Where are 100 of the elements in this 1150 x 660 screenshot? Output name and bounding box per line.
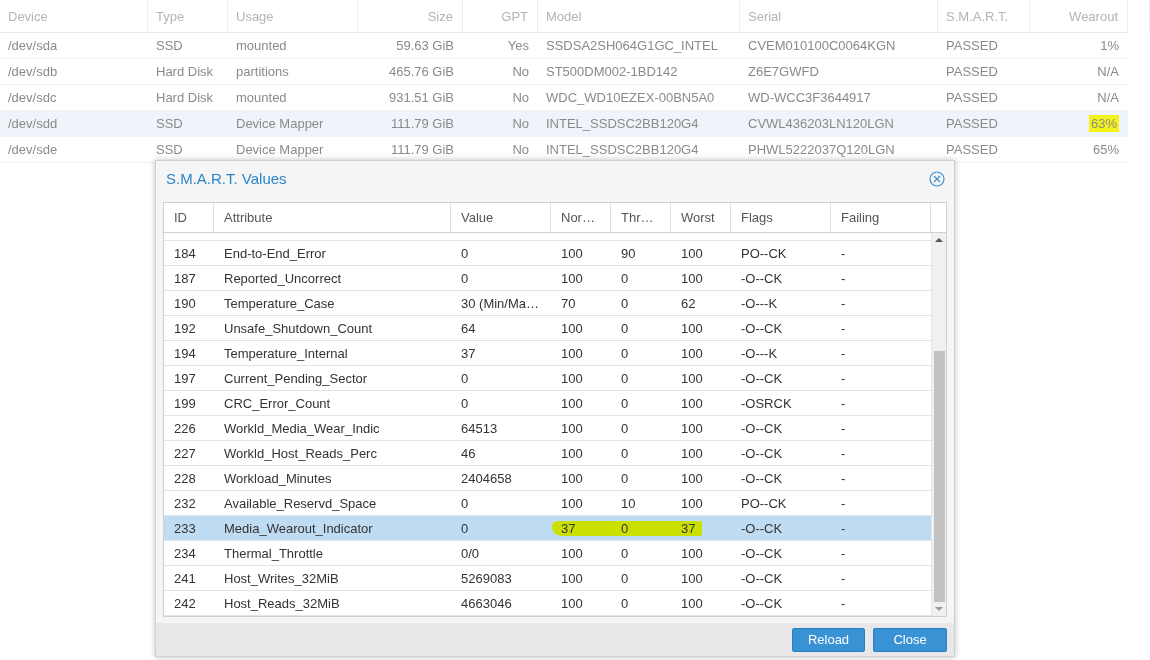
table-cell: 111.79 GiB [390, 142, 454, 157]
table-cell: 1% [1100, 38, 1119, 53]
table-cell: WD-WCC3F3644917 [748, 90, 871, 105]
table-cell: 199 [174, 395, 196, 411]
table-cell: PO--CK [741, 495, 787, 511]
table-cell: 100 [561, 420, 583, 436]
table-cell: WDC_WD10EZEX-00BN5A0 [546, 90, 715, 105]
table-cell: /dev/sda [8, 38, 58, 53]
table-cell: No [512, 64, 529, 79]
table-cell: -O--CK [741, 320, 783, 336]
column-header[interactable]: Attribute [214, 203, 451, 232]
table-cell: Current_Pending_Sector [224, 370, 368, 386]
table-cell: - [841, 295, 846, 311]
scroll-up-icon[interactable] [935, 237, 943, 243]
table-cell: 100 [681, 545, 703, 561]
table-cell: - [841, 420, 846, 436]
disk-row[interactable]: /dev/sdb Hard Disk partitions 465.76 GiB No ST500DM002-1BD142 Z6E7GWFD PASSED N/A [0, 59, 1128, 85]
table-cell: 0 [461, 245, 469, 261]
table-cell: 184 [174, 245, 196, 261]
table-cell: 100 [681, 270, 703, 286]
table-cell: 0 [461, 520, 469, 536]
table-cell: 0 [461, 495, 469, 511]
table-cell: 100 [681, 445, 703, 461]
table-cell: /dev/sdd [8, 116, 58, 131]
table-cell: 0 [621, 570, 629, 586]
column-header[interactable]: Flags [731, 203, 831, 232]
table-cell: 100 [561, 345, 583, 361]
table-cell: 100 [561, 570, 583, 586]
column-header[interactable]: Failing [831, 203, 931, 232]
table-cell: 0 [621, 345, 629, 361]
table-cell: - [841, 495, 846, 511]
table-cell: 100 [681, 420, 703, 436]
table-cell: 0 [621, 420, 629, 436]
table-cell: 70 [561, 295, 576, 311]
table-cell: - [841, 270, 846, 286]
table-cell: Workld_Host_Reads_Perc [224, 445, 377, 461]
table-cell: partitions [236, 64, 289, 79]
table-cell: 2404658 [461, 470, 512, 486]
table-cell: 64513 [461, 420, 498, 436]
column-header[interactable]: Value [451, 203, 551, 232]
table-cell: Workld_Media_Wear_Indic [224, 420, 380, 436]
table-cell: -OSRCK [741, 395, 792, 411]
table-cell: PO--CK [741, 245, 787, 261]
table-cell: -O--CK [741, 570, 783, 586]
table-cell: -O--CK [741, 370, 783, 386]
table-cell: - [841, 320, 846, 336]
table-cell: 5269083 [461, 570, 512, 586]
scroll-down-icon[interactable] [935, 606, 943, 612]
table-cell: mounted [236, 38, 287, 53]
table-cell: 4663046 [461, 595, 512, 611]
table-cell: 37 [681, 520, 696, 536]
table-cell: 100 [681, 320, 703, 336]
table-cell: 228 [174, 470, 196, 486]
table-cell: End-to-End_Error [224, 245, 326, 261]
table-cell: 100 [681, 495, 703, 511]
column-header[interactable]: Thr… [611, 203, 671, 232]
table-cell: 100 [681, 345, 703, 361]
table-cell: No [512, 116, 529, 131]
table-cell: INTEL_SSDSC2BB120G4 [546, 142, 699, 157]
close-icon[interactable] [929, 170, 945, 187]
table-cell: PASSED [946, 38, 998, 53]
table-cell: Available_Reservd_Space [224, 495, 377, 511]
table-cell: - [841, 395, 846, 411]
table-cell: -O--CK [741, 270, 783, 286]
table-cell: 37 [561, 520, 576, 536]
table-cell: 100 [561, 445, 583, 461]
table-cell: Hard Disk [156, 64, 214, 79]
table-cell: - [841, 570, 846, 586]
table-cell: Reported_Uncorrect [224, 270, 342, 286]
table-cell: - [841, 595, 846, 611]
column-header[interactable]: Nor… [551, 203, 611, 232]
column-header[interactable]: ID [164, 203, 214, 232]
table-cell: 0 [621, 545, 629, 561]
table-cell: -O--CK [741, 595, 783, 611]
disk-row[interactable]: /dev/sda SSD mounted 59.63 GiB Yes SSDSA2SH064G1GC_INTEL CVEM010100C0064KGN PASSED 1% [0, 33, 1128, 59]
table-cell: 0 [621, 595, 629, 611]
table-cell: 0 [621, 445, 629, 461]
attribute-row[interactable]: 233 Media_Wearout_Indicator 0 37 0 37 -O--CK - [164, 516, 931, 541]
column-header[interactable]: Worst [671, 203, 731, 232]
table-cell: 64 [461, 320, 476, 336]
table-cell: Hard Disk [156, 90, 214, 105]
table-cell: 100 [681, 470, 703, 486]
table-cell: CRC_Error_Count [224, 395, 331, 411]
table-cell: SSD [156, 116, 183, 131]
dialog-title: S.M.A.R.T. Values [166, 170, 287, 187]
scrollbar-thumb[interactable] [933, 351, 945, 602]
table-cell: 100 [681, 395, 703, 411]
table-cell: mounted [236, 90, 287, 105]
table-cell: 192 [174, 320, 196, 336]
table-cell: PASSED [946, 90, 998, 105]
table-cell: 197 [174, 370, 196, 386]
table-cell: PHWL5222037Q120LGN [748, 142, 895, 157]
table-cell: 10 [621, 495, 636, 511]
scrollbar[interactable] [931, 233, 946, 616]
table-cell: 226 [174, 420, 196, 436]
table-cell: 0 [621, 395, 629, 411]
table-cell: Yes [507, 38, 529, 53]
table-cell: Media_Wearout_Indicator [224, 520, 373, 536]
table-cell: 100 [561, 545, 583, 561]
table-cell: SSDSA2SH064G1GC_INTEL [546, 38, 718, 53]
